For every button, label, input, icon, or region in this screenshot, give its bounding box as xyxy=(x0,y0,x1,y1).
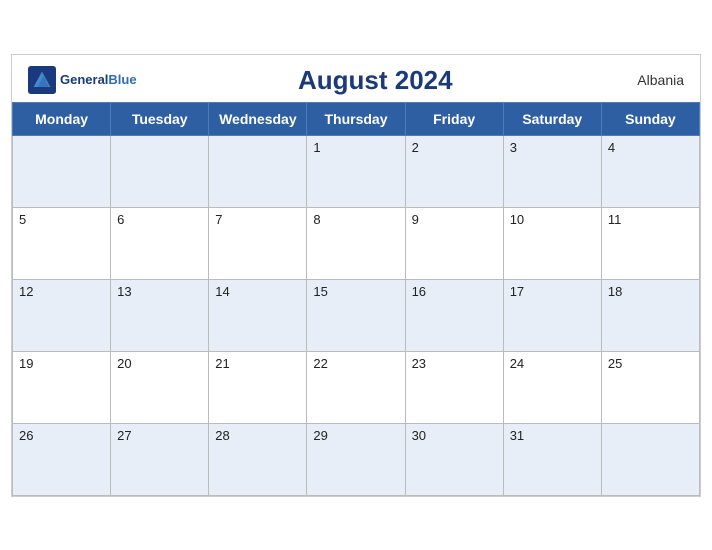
day-cell-31: 31 xyxy=(503,423,601,495)
day-cell-29: 29 xyxy=(307,423,405,495)
day-cell-21: 21 xyxy=(209,351,307,423)
day-number: 28 xyxy=(215,428,229,443)
day-number: 24 xyxy=(510,356,524,371)
calendar-grid: MondayTuesdayWednesdayThursdayFridaySatu… xyxy=(12,102,700,496)
calendar-header: GeneralBlue August 2024 Albania xyxy=(12,55,700,102)
logo-general: General xyxy=(60,72,108,87)
week-row-4: 26 27 28 29 30 31 xyxy=(13,423,700,495)
day-number: 21 xyxy=(215,356,229,371)
day-cell-22: 22 xyxy=(307,351,405,423)
empty-cell xyxy=(601,423,699,495)
day-cell-13: 13 xyxy=(111,279,209,351)
day-cell-30: 30 xyxy=(405,423,503,495)
day-number: 3 xyxy=(510,140,517,155)
empty-cell xyxy=(13,135,111,207)
week-row-2: 12 13 14 15 16 17 18 xyxy=(13,279,700,351)
day-number: 13 xyxy=(117,284,131,299)
day-number: 22 xyxy=(313,356,327,371)
logo-text: GeneralBlue xyxy=(60,72,137,88)
day-cell-20: 20 xyxy=(111,351,209,423)
day-number: 9 xyxy=(412,212,419,227)
weekday-header-friday: Friday xyxy=(405,102,503,135)
day-cell-7: 7 xyxy=(209,207,307,279)
day-number: 16 xyxy=(412,284,426,299)
weekday-header-wednesday: Wednesday xyxy=(209,102,307,135)
weekday-header-saturday: Saturday xyxy=(503,102,601,135)
day-cell-10: 10 xyxy=(503,207,601,279)
day-number: 5 xyxy=(19,212,26,227)
day-cell-26: 26 xyxy=(13,423,111,495)
weekday-header-tuesday: Tuesday xyxy=(111,102,209,135)
day-number: 29 xyxy=(313,428,327,443)
day-number: 19 xyxy=(19,356,33,371)
day-cell-11: 11 xyxy=(601,207,699,279)
day-cell-15: 15 xyxy=(307,279,405,351)
day-number: 31 xyxy=(510,428,524,443)
weekday-header-row: MondayTuesdayWednesdayThursdayFridaySatu… xyxy=(13,102,700,135)
day-number: 20 xyxy=(117,356,131,371)
day-cell-5: 5 xyxy=(13,207,111,279)
day-cell-18: 18 xyxy=(601,279,699,351)
day-cell-28: 28 xyxy=(209,423,307,495)
day-number: 25 xyxy=(608,356,622,371)
day-number: 1 xyxy=(313,140,320,155)
day-number: 18 xyxy=(608,284,622,299)
generalblue-logo-icon xyxy=(28,66,56,94)
day-cell-8: 8 xyxy=(307,207,405,279)
day-number: 14 xyxy=(215,284,229,299)
day-number: 10 xyxy=(510,212,524,227)
weekday-header-thursday: Thursday xyxy=(307,102,405,135)
week-row-0: 1 2 3 4 xyxy=(13,135,700,207)
day-cell-14: 14 xyxy=(209,279,307,351)
day-number: 15 xyxy=(313,284,327,299)
day-number: 23 xyxy=(412,356,426,371)
day-cell-25: 25 xyxy=(601,351,699,423)
day-cell-19: 19 xyxy=(13,351,111,423)
day-cell-1: 1 xyxy=(307,135,405,207)
day-cell-9: 9 xyxy=(405,207,503,279)
day-cell-23: 23 xyxy=(405,351,503,423)
day-cell-27: 27 xyxy=(111,423,209,495)
day-number: 12 xyxy=(19,284,33,299)
day-number: 17 xyxy=(510,284,524,299)
day-cell-16: 16 xyxy=(405,279,503,351)
day-cell-4: 4 xyxy=(601,135,699,207)
country-label: Albania xyxy=(614,72,684,88)
day-number: 11 xyxy=(608,212,622,227)
day-number: 7 xyxy=(215,212,222,227)
week-row-1: 5 6 7 8 9 10 11 xyxy=(13,207,700,279)
day-cell-3: 3 xyxy=(503,135,601,207)
day-cell-12: 12 xyxy=(13,279,111,351)
logo-area: GeneralBlue xyxy=(28,66,137,94)
day-number: 30 xyxy=(412,428,426,443)
day-cell-24: 24 xyxy=(503,351,601,423)
day-number: 26 xyxy=(19,428,33,443)
calendar-title: August 2024 xyxy=(137,65,614,96)
empty-cell xyxy=(209,135,307,207)
day-number: 8 xyxy=(313,212,320,227)
week-row-3: 19 20 21 22 23 24 25 xyxy=(13,351,700,423)
day-cell-17: 17 xyxy=(503,279,601,351)
weekday-header-monday: Monday xyxy=(13,102,111,135)
day-cell-2: 2 xyxy=(405,135,503,207)
day-number: 6 xyxy=(117,212,124,227)
day-cell-6: 6 xyxy=(111,207,209,279)
weekday-header-sunday: Sunday xyxy=(601,102,699,135)
day-number: 2 xyxy=(412,140,419,155)
day-number: 27 xyxy=(117,428,131,443)
logo-blue: Blue xyxy=(108,72,136,87)
calendar-container: GeneralBlue August 2024 Albania MondayTu… xyxy=(11,54,701,497)
day-number: 4 xyxy=(608,140,615,155)
empty-cell xyxy=(111,135,209,207)
